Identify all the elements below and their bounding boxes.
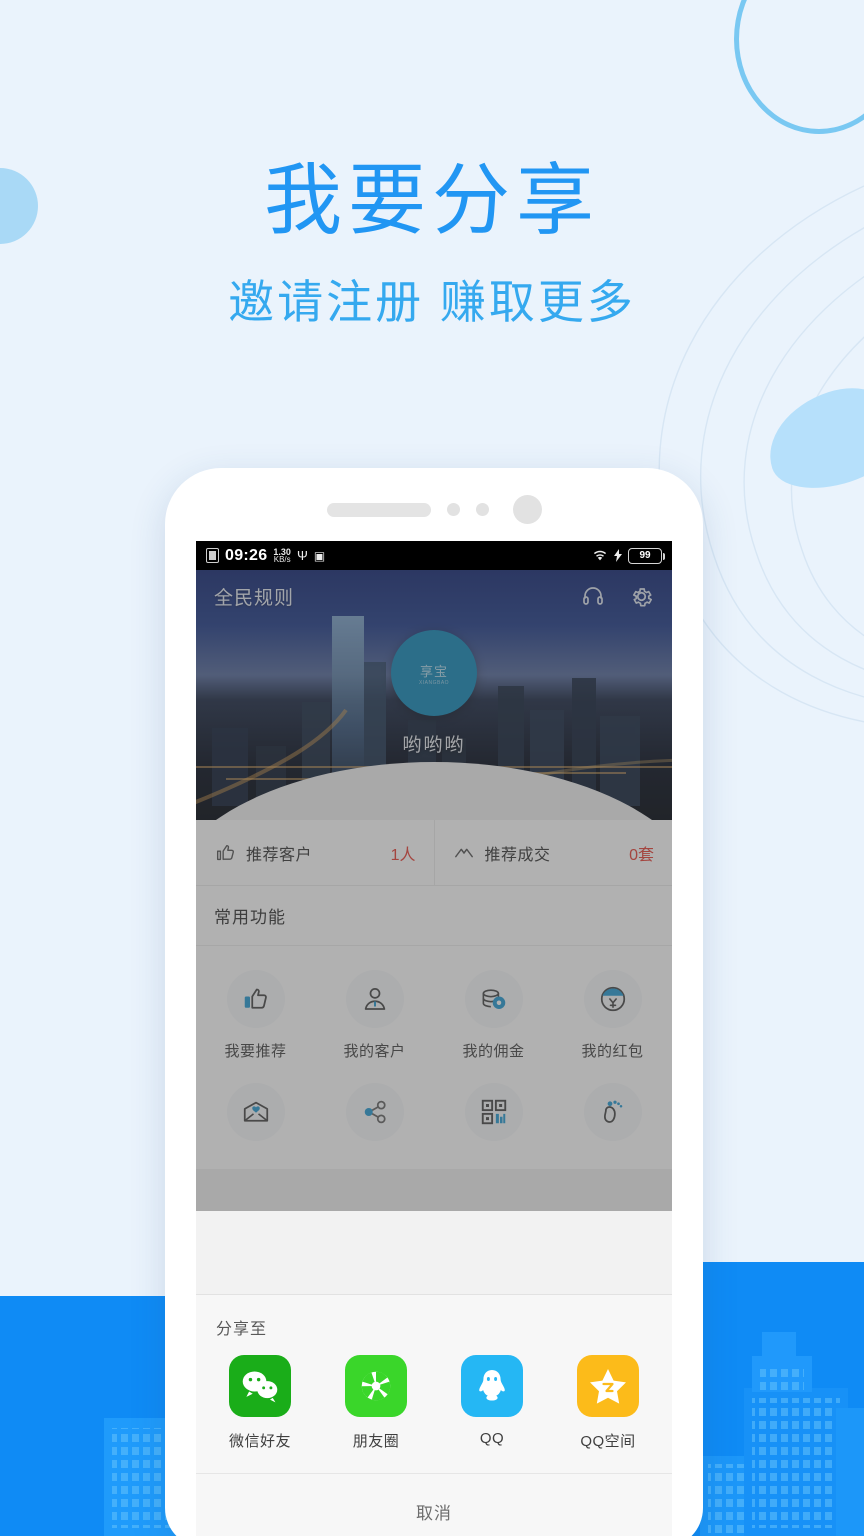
section-title-common-functions: 常用功能 (196, 886, 672, 946)
share-target-label: 微信好友 (228, 1433, 291, 1450)
coins-icon (464, 970, 523, 1028)
share-target-qq[interactable]: QQ (434, 1355, 550, 1451)
function-item-commission[interactable]: 我的佣金 (434, 962, 553, 1075)
avatar-brand-text: 享宝 (419, 663, 448, 679)
share-target-qzone[interactable]: QQ空间 (550, 1355, 666, 1451)
thumbs-up-outline-icon (214, 842, 236, 864)
function-label: 我的红包 (581, 1043, 644, 1060)
mail-heart-icon (226, 1083, 285, 1141)
handshake-outline-icon (453, 842, 475, 864)
stat-value: 0套 (629, 846, 654, 864)
phone-screen: 09:26 1.30 KB/s Ψ ▣ 99 全民规则 享宝 XIANGBAO … (196, 541, 672, 1536)
moments-icon (345, 1355, 407, 1417)
function-item-recommend[interactable]: 我要推荐 (196, 962, 315, 1075)
decor-blob-right (755, 372, 864, 504)
decor-ring-top-right (734, 0, 864, 134)
function-item-invite-mail[interactable] (196, 1075, 315, 1167)
network-speed: 1.30 KB/s (273, 547, 291, 564)
avatar[interactable]: 享宝 XIANGBAO (391, 630, 477, 716)
battery-percent: 99 (639, 550, 651, 561)
stat-recommended-deals[interactable]: 推荐成交 0套 (433, 820, 673, 885)
footprint-icon (583, 1083, 642, 1141)
function-label: 我的佣金 (462, 1043, 525, 1060)
qzone-icon (577, 1355, 639, 1417)
stats-row: 推荐客户 1人 推荐成交 0套 (196, 820, 672, 886)
share-target-label: QQ空间 (580, 1433, 636, 1450)
function-item-share[interactable] (315, 1075, 434, 1167)
share-nodes-icon (345, 1083, 404, 1141)
charging-bolt-icon (614, 549, 622, 562)
share-sheet: 分享至 微信好友 朋友圈 QQ QQ空间 取消 (196, 1294, 672, 1536)
gear-icon[interactable] (629, 584, 654, 609)
page-root: 我要分享 邀请注册 赚取更多 09:26 1.30 KB/s Ψ ▣ 99 全民… (0, 0, 864, 1536)
status-time: 09:26 (225, 546, 268, 564)
share-targets-grid: 微信好友 朋友圈 QQ QQ空间 (196, 1343, 672, 1473)
share-sheet-title: 分享至 (216, 1321, 268, 1338)
front-camera (512, 495, 542, 524)
usb-icon: Ψ (296, 548, 308, 563)
function-item-red-packet[interactable]: 我的红包 (553, 962, 672, 1075)
share-target-label: 朋友圈 (352, 1433, 400, 1450)
hero-header: 全民规则 享宝 XIANGBAO 哟哟哟 (196, 570, 672, 820)
sensor-dot (446, 503, 460, 516)
stat-label: 推荐客户 (246, 846, 313, 864)
avatar-brand-subtext: XIANGBAO (418, 679, 450, 686)
wechat-icon (229, 1355, 291, 1417)
stat-recommended-customers[interactable]: 推荐客户 1人 (196, 820, 434, 885)
page-subtitle: 邀请注册 赚取更多 (228, 275, 636, 328)
share-target-label: QQ (479, 1430, 505, 1447)
earpiece-speaker (326, 502, 431, 517)
status-bar: 09:26 1.30 KB/s Ψ ▣ 99 (196, 541, 672, 570)
sensor-dot (475, 503, 489, 516)
app-bar-title: 全民规则 (214, 587, 295, 609)
stat-value: 1人 (390, 846, 416, 864)
app-bar: 全民规则 (196, 570, 672, 622)
battery-indicator: 99 (628, 547, 665, 564)
profile-block: 享宝 XIANGBAO 哟哟哟 (196, 630, 672, 757)
thumbs-up-icon (226, 970, 285, 1028)
function-label: 我的客户 (343, 1043, 406, 1060)
sim-card-icon (206, 548, 219, 563)
share-target-moments[interactable]: 朋友圈 (318, 1355, 434, 1451)
headline-block: 我要分享 邀请注册 赚取更多 (0, 156, 864, 332)
functions-grid: 我要推荐 我的客户 我的佣金 我的红包 (196, 946, 672, 1169)
function-item-qr-code[interactable] (434, 1075, 553, 1167)
phone-notch (165, 495, 703, 524)
profile-nickname: 哟哟哟 (402, 735, 466, 756)
function-item-customers[interactable]: 我的客户 (315, 962, 434, 1075)
customer-icon (345, 970, 404, 1028)
common-functions-panel: 常用功能 我要推荐 我的客户 我的佣金 我的红包 (196, 886, 672, 1169)
app-icon: ▣ (313, 548, 326, 563)
share-target-wechat[interactable]: 微信好友 (202, 1355, 318, 1451)
wifi-icon (593, 550, 607, 561)
phone-mockup: 09:26 1.30 KB/s Ψ ▣ 99 全民规则 享宝 XIANGBAO … (165, 468, 703, 1536)
function-label: 我要推荐 (224, 1043, 287, 1060)
stat-label: 推荐成交 (484, 846, 551, 864)
headset-icon[interactable] (581, 584, 605, 608)
red-packet-icon (583, 970, 642, 1028)
qr-code-icon (464, 1083, 523, 1141)
cancel-button[interactable]: 取消 (196, 1474, 672, 1536)
network-speed-unit: KB/s (273, 554, 291, 564)
page-title: 我要分享 (263, 156, 600, 244)
qq-icon (461, 1355, 523, 1417)
function-item-footprint[interactable] (553, 1075, 672, 1167)
